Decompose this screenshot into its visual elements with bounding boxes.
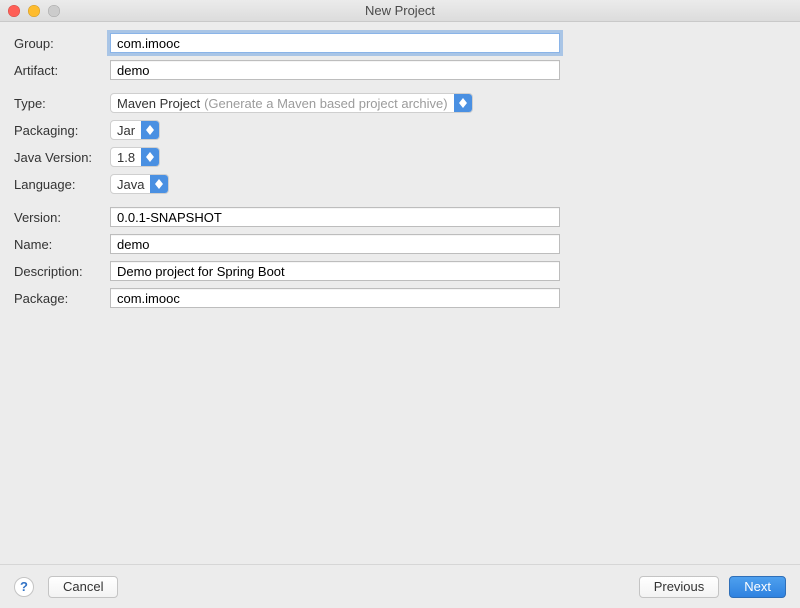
name-label: Name: xyxy=(14,237,110,252)
button-bar: ? Cancel Previous Next xyxy=(0,564,800,608)
next-button[interactable]: Next xyxy=(729,576,786,598)
updown-icon xyxy=(454,94,472,112)
group-label: Group: xyxy=(14,36,110,51)
window-controls xyxy=(0,5,60,17)
description-label: Description: xyxy=(14,264,110,279)
java-version-select-value: 1.8 xyxy=(117,150,135,165)
package-input[interactable] xyxy=(110,288,560,308)
zoom-window-button[interactable] xyxy=(48,5,60,17)
updown-icon xyxy=(141,148,159,166)
form: Group: Artifact: Type: Maven Project (Ge… xyxy=(0,22,800,309)
packaging-label: Packaging: xyxy=(14,123,110,138)
minimize-window-button[interactable] xyxy=(28,5,40,17)
type-select-value: Maven Project xyxy=(117,96,200,111)
packaging-select[interactable]: Jar xyxy=(110,120,160,140)
java-version-label: Java Version: xyxy=(14,150,110,165)
previous-button[interactable]: Previous xyxy=(639,576,720,598)
language-label: Language: xyxy=(14,177,110,192)
help-button[interactable]: ? xyxy=(14,577,34,597)
artifact-label: Artifact: xyxy=(14,63,110,78)
updown-icon xyxy=(150,175,168,193)
group-input[interactable] xyxy=(110,33,560,53)
java-version-select[interactable]: 1.8 xyxy=(110,147,160,167)
version-input[interactable] xyxy=(110,207,560,227)
package-label: Package: xyxy=(14,291,110,306)
language-select[interactable]: Java xyxy=(110,174,169,194)
packaging-select-value: Jar xyxy=(117,123,135,138)
artifact-input[interactable] xyxy=(110,60,560,80)
name-input[interactable] xyxy=(110,234,560,254)
window-title: New Project xyxy=(0,3,800,18)
close-window-button[interactable] xyxy=(8,5,20,17)
updown-icon xyxy=(141,121,159,139)
cancel-button[interactable]: Cancel xyxy=(48,576,118,598)
version-label: Version: xyxy=(14,210,110,225)
titlebar: New Project xyxy=(0,0,800,22)
type-select[interactable]: Maven Project (Generate a Maven based pr… xyxy=(110,93,473,113)
language-select-value: Java xyxy=(117,177,144,192)
type-label: Type: xyxy=(14,96,110,111)
type-select-hint: (Generate a Maven based project archive) xyxy=(204,96,448,111)
description-input[interactable] xyxy=(110,261,560,281)
